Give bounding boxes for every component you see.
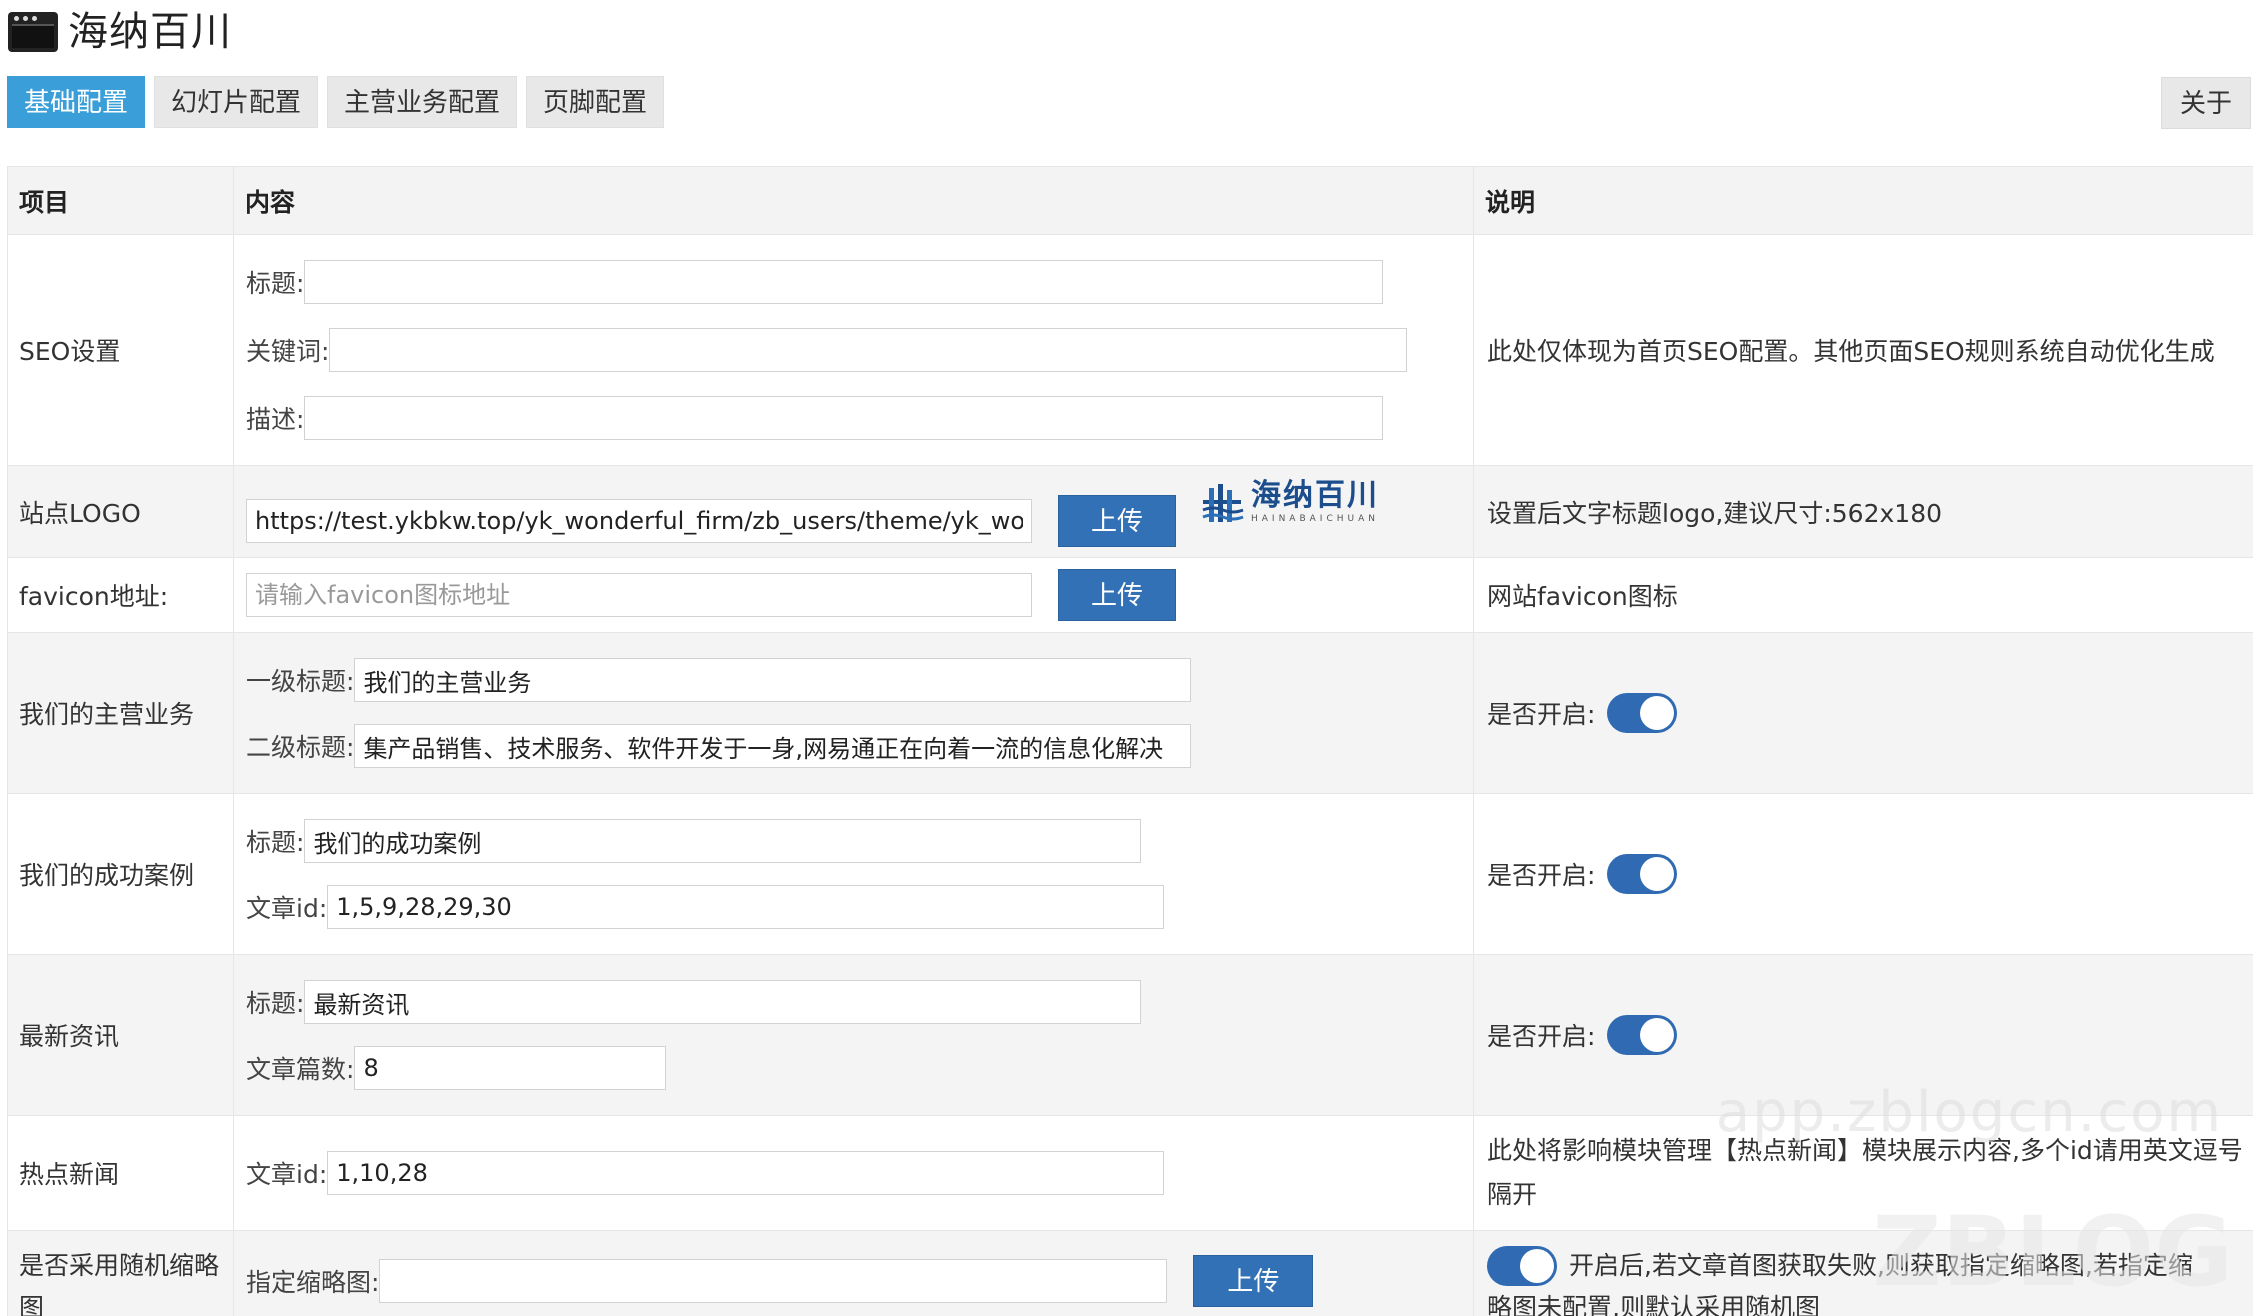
business-item-label: 我们的主营业务 [7, 632, 234, 794]
seo-content: 标题: 关键词: 描述: [233, 234, 1474, 466]
app-header: 海纳百川 [8, 8, 232, 56]
seo-desc-input[interactable] [304, 396, 1384, 440]
config-tabs: 基础配置 幻灯片配置 主营业务配置 页脚配置 [7, 76, 665, 128]
news-content: 标题: 文章篇数: [233, 954, 1474, 1116]
hot-note-line2: 隔开 [1487, 1180, 1538, 1209]
seo-keywords-label: 关键词: [246, 337, 330, 366]
cases-enable-toggle[interactable] [1607, 854, 1678, 894]
cases-item-label: 我们的成功案例 [7, 793, 234, 955]
business-l2-label: 二级标题: [246, 733, 355, 762]
favicon-content: 上传 [233, 557, 1474, 633]
seo-title-label: 标题: [246, 269, 305, 298]
favicon-url-input[interactable] [246, 573, 1032, 617]
business-l1-input[interactable] [354, 658, 1192, 702]
config-table: 项目 内容 说明 SEO设置 标题: 关键词: 描述: 此处仅体现为首页SEO配… [7, 166, 2253, 1316]
table-row-business: 我们的主营业务 一级标题: 二级标题: 是否开启: [7, 632, 2253, 794]
header-desc: 说明 [1473, 166, 2253, 235]
logo-item-label: 站点LOGO [7, 465, 234, 558]
logo-note: 设置后文字标题logo,建议尺寸:562x180 [1473, 465, 2253, 558]
news-toggle-cell: 是否开启: [1473, 954, 2253, 1116]
hot-item-label: 热点新闻 [7, 1115, 234, 1231]
table-row-logo: 站点LOGO 上传 海纳百川 HAINABAICHUAN [7, 465, 2253, 558]
business-content: 一级标题: 二级标题: [233, 632, 1474, 794]
news-title-input[interactable] [304, 980, 1142, 1024]
logo-mark-icon [1202, 484, 1244, 522]
table-row-hot-news: 热点新闻 文章id: 此处将影响模块管理【热点新闻】模块展示内容,多个id请用英… [7, 1115, 2253, 1231]
seo-title-input[interactable] [304, 260, 1384, 304]
thumb-content: 指定缩略图: 上传 [233, 1230, 1474, 1316]
hot-note: 此处将影响模块管理【热点新闻】模块展示内容,多个id请用英文逗号 隔开 [1473, 1115, 2253, 1231]
cases-toggle-label: 是否开启: [1487, 861, 1596, 890]
thumb-note-line1: 开启后,若文章首图获取失败,则获取指定缩略图,若指定缩 [1569, 1251, 2193, 1280]
news-count-input[interactable] [354, 1046, 667, 1090]
logo-preview: 海纳百川 HAINABAICHUAN [1199, 480, 1379, 526]
table-row-news: 最新资讯 标题: 文章篇数: 是否开启: [7, 954, 2253, 1116]
tab-business-config[interactable]: 主营业务配置 [327, 76, 518, 128]
table-row-seo: SEO设置 标题: 关键词: 描述: 此处仅体现为首页SEO配置。其他页面SEO… [7, 234, 2253, 466]
favicon-item-label: favicon地址: [7, 557, 234, 633]
business-l2-input[interactable] [354, 724, 1192, 768]
header-item: 项目 [7, 166, 234, 235]
favicon-note: 网站favicon图标 [1473, 557, 2253, 633]
thumb-input[interactable] [379, 1259, 1168, 1303]
cases-title-input[interactable] [304, 819, 1142, 863]
news-title-label: 标题: [246, 989, 305, 1018]
app-title: 海纳百川 [68, 9, 232, 55]
cases-ids-input[interactable] [327, 885, 1165, 929]
logo-upload-button[interactable]: 上传 [1058, 494, 1176, 547]
logo-url-input[interactable] [246, 498, 1032, 543]
business-toggle-cell: 是否开启: [1473, 632, 2253, 794]
seo-note: 此处仅体现为首页SEO配置。其他页面SEO规则系统自动优化生成 [1473, 234, 2253, 466]
business-l1-label: 一级标题: [246, 667, 355, 696]
hot-ids-input[interactable] [327, 1151, 1165, 1195]
about-button[interactable]: 关于 [2160, 77, 2251, 129]
logo-preview-cn: 海纳百川 [1251, 478, 1379, 513]
table-row-cases: 我们的成功案例 标题: 文章id: 是否开启: [7, 793, 2253, 955]
tab-slideshow-config[interactable]: 幻灯片配置 [154, 76, 319, 128]
thumb-item-label: 是否采用随机缩略 图 [7, 1230, 234, 1316]
news-toggle-label: 是否开启: [1487, 1022, 1596, 1051]
seo-keywords-input[interactable] [329, 328, 1408, 372]
hot-content: 文章id: [233, 1115, 1474, 1231]
hot-note-line1: 此处将影响模块管理【热点新闻】模块展示内容,多个id请用英文逗号 [1487, 1136, 2243, 1165]
thumb-enable-toggle[interactable] [1487, 1246, 1557, 1286]
cases-toggle-cell: 是否开启: [1473, 793, 2253, 955]
news-item-label: 最新资讯 [7, 954, 234, 1116]
hot-ids-label: 文章id: [246, 1160, 328, 1189]
thumb-note: 开启后,若文章首图获取失败,则获取指定缩略图,若指定缩 略图未配置,则默认采用随… [1473, 1230, 2253, 1316]
table-row-favicon: favicon地址: 上传 网站favicon图标 [7, 557, 2253, 633]
logo-preview-en: HAINABAICHUAN [1251, 514, 1379, 524]
thumb-item-line1: 是否采用随机缩略 [19, 1251, 220, 1280]
table-row-thumbnail: 是否采用随机缩略 图 指定缩略图: 上传 开启后,若文章首图获取失败,则获取指定… [7, 1230, 2253, 1316]
business-enable-toggle[interactable] [1607, 693, 1678, 733]
thumb-item-line2: 图 [19, 1293, 45, 1316]
table-header-row: 项目 内容 说明 [7, 166, 2253, 235]
logo-content: 上传 海纳百川 HAINABAICHUAN [233, 465, 1474, 558]
cases-ids-label: 文章id: [246, 894, 328, 923]
cases-title-label: 标题: [246, 828, 305, 857]
thumb-note-line2: 略图未配置,则默认采用随机图 [1487, 1293, 1820, 1316]
seo-item-label: SEO设置 [7, 234, 234, 466]
seo-desc-label: 描述: [246, 405, 305, 434]
thumb-label: 指定缩略图: [246, 1268, 380, 1297]
tab-basic-config[interactable]: 基础配置 [7, 76, 146, 128]
business-toggle-label: 是否开启: [1487, 700, 1596, 729]
tab-footer-config[interactable]: 页脚配置 [526, 76, 665, 128]
cases-content: 标题: 文章id: [233, 793, 1474, 955]
news-enable-toggle[interactable] [1607, 1015, 1678, 1055]
favicon-upload-button[interactable]: 上传 [1058, 569, 1176, 621]
header-content: 内容 [233, 166, 1474, 235]
news-count-label: 文章篇数: [246, 1055, 355, 1084]
window-icon [8, 12, 58, 52]
thumb-upload-button[interactable]: 上传 [1193, 1255, 1314, 1307]
